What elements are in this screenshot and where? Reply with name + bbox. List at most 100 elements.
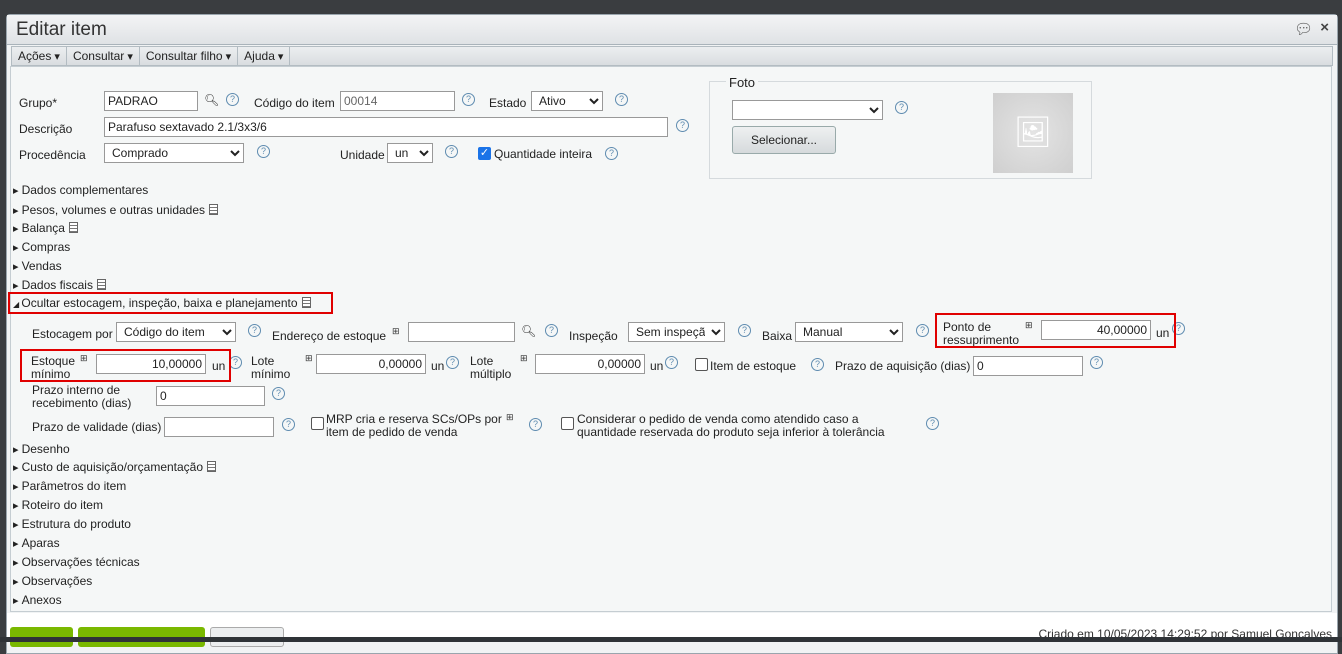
inspecao-label: Inspeção: [569, 329, 618, 343]
image-placeholder-icon: 🖼︎: [993, 93, 1073, 173]
help-icon[interactable]: ?: [1090, 356, 1103, 369]
help-icon[interactable]: ?: [445, 145, 458, 158]
section-desenho[interactable]: Desenho: [13, 442, 70, 456]
section-custo-aquisicao[interactable]: Custo de aquisição/orçamentação: [13, 460, 217, 474]
quantidade-inteira-checkbox[interactable]: ✓: [478, 147, 491, 160]
help-icon[interactable]: ?: [462, 93, 475, 106]
highlight-box: [935, 313, 1176, 348]
document-icon: [207, 461, 217, 472]
section-parametros[interactable]: Parâmetros do item: [13, 479, 127, 493]
section-observacoes-tecnicas[interactable]: Observações técnicas: [13, 555, 140, 569]
considerar-pedido-checkbox[interactable]: [561, 417, 574, 430]
item-estoque-label: Item de estoque: [710, 359, 797, 373]
section-dados-complementares[interactable]: Dados complementares: [13, 183, 149, 197]
help-icon[interactable]: ?: [272, 387, 285, 400]
prazo-aquisicao-label: Prazo de aquisição (dias): [835, 359, 971, 373]
grupo-input[interactable]: [104, 91, 198, 111]
menu-acoes[interactable]: Ações: [12, 47, 67, 65]
prazo-interno-label: Prazo interno de recebimento (dias): [32, 383, 132, 410]
section-roteiro[interactable]: Roteiro do item: [13, 498, 103, 512]
section-pesos-volumes[interactable]: Pesos, volumes e outras unidades: [13, 203, 219, 217]
help-icon[interactable]: ?: [895, 101, 908, 114]
estado-label: Estado: [489, 96, 527, 110]
grid-icon[interactable]: ⊞: [305, 353, 313, 364]
unidade-select[interactable]: un: [387, 143, 433, 163]
highlight-box: [8, 292, 333, 314]
help-icon[interactable]: ?: [226, 93, 239, 106]
help-icon[interactable]: ?: [738, 324, 751, 337]
endereco-input[interactable]: [408, 322, 515, 342]
mrp-checkbox[interactable]: [311, 417, 324, 430]
search-icon[interactable]: 🔍︎: [521, 324, 536, 338]
descricao-label: Descrição: [19, 122, 73, 136]
foto-legend: Foto: [726, 76, 759, 89]
section-observacoes[interactable]: Observações: [13, 574, 93, 588]
help-icon[interactable]: ?: [615, 93, 628, 106]
descricao-input[interactable]: [104, 117, 668, 137]
unit-label: un: [431, 359, 445, 373]
considerar-pedido-label: Considerar o pedido de venda como atendi…: [577, 412, 885, 439]
procedencia-select[interactable]: Comprado: [104, 143, 244, 163]
title-bar: Editar item 💬︎ ×: [7, 15, 1337, 45]
section-balanca[interactable]: Balança: [13, 221, 78, 235]
codigo-input[interactable]: [340, 91, 455, 111]
highlight-box: [20, 349, 231, 382]
comment-icon[interactable]: 💬︎: [1294, 20, 1313, 38]
grid-icon[interactable]: ⊞: [520, 353, 528, 364]
selecionar-button[interactable]: Selecionar...: [732, 126, 836, 154]
quantidade-inteira-label: Quantidade inteira: [494, 147, 593, 161]
lote-multiplo-label: Lote múltiplo: [470, 354, 512, 381]
section-dados-fiscais[interactable]: Dados fiscais: [13, 278, 106, 292]
estocagem-select[interactable]: Código do item: [116, 322, 236, 342]
help-icon[interactable]: ?: [926, 417, 939, 430]
baixa-label: Baixa: [762, 329, 793, 343]
prazo-validade-input[interactable]: [164, 417, 274, 437]
section-vendas[interactable]: Vendas: [13, 259, 62, 273]
section-anexos[interactable]: Anexos: [13, 593, 62, 607]
item-estoque-checkbox[interactable]: [695, 358, 708, 371]
help-icon[interactable]: ?: [282, 418, 295, 431]
help-icon[interactable]: ?: [545, 324, 558, 337]
endereco-label: Endereço de estoque: [272, 329, 387, 343]
document-icon: [68, 222, 78, 233]
estocagem-label: Estocagem por: [32, 327, 113, 341]
document-icon: [96, 279, 106, 290]
menu-consultar[interactable]: Consultar: [67, 47, 140, 65]
grid-icon[interactable]: ⊞: [392, 326, 400, 337]
section-compras[interactable]: Compras: [13, 240, 71, 254]
help-icon[interactable]: ?: [446, 356, 459, 369]
prazo-aquisicao-input[interactable]: [973, 356, 1083, 376]
help-icon[interactable]: ?: [257, 145, 270, 158]
codigo-label: Código do item: [254, 96, 335, 110]
document-icon: [209, 204, 219, 215]
lote-minimo-label: Lote mínimo: [251, 354, 291, 381]
mrp-label: MRP cria e reserva SCs/OPs por item de pe…: [326, 412, 502, 439]
menu-bar: Ações Consultar Consultar filho Ajuda: [11, 46, 1333, 66]
lote-multiplo-input[interactable]: [535, 354, 645, 374]
help-icon[interactable]: ?: [605, 147, 618, 160]
section-estrutura[interactable]: Estrutura do produto: [13, 517, 131, 531]
help-icon[interactable]: ?: [916, 324, 929, 337]
baixa-select[interactable]: Manual: [795, 322, 903, 342]
search-icon[interactable]: 🔍︎: [204, 93, 219, 107]
help-icon[interactable]: ?: [811, 358, 824, 371]
section-aparas[interactable]: Aparas: [13, 536, 60, 550]
foto-select[interactable]: [732, 100, 883, 120]
help-icon[interactable]: ?: [248, 324, 261, 337]
inspecao-select[interactable]: Sem inspeção: [628, 322, 725, 342]
grupo-label: Grupo*: [19, 96, 58, 110]
menu-consultar-filho[interactable]: Consultar filho: [140, 47, 239, 65]
help-icon[interactable]: ?: [676, 119, 689, 132]
help-icon[interactable]: ?: [529, 418, 542, 431]
close-icon[interactable]: ×: [1320, 19, 1329, 36]
menu-ajuda[interactable]: Ajuda: [238, 47, 291, 65]
taskbar: [0, 637, 1342, 642]
prazo-interno-input[interactable]: [156, 386, 265, 406]
help-icon[interactable]: ?: [665, 356, 678, 369]
unit-label: un: [650, 359, 664, 373]
procedencia-label: Procedência: [19, 148, 86, 162]
grid-icon[interactable]: ⊞: [506, 412, 514, 423]
unidade-label: Unidade: [340, 148, 385, 162]
lote-minimo-input[interactable]: [316, 354, 426, 374]
estado-select[interactable]: Ativo: [531, 91, 603, 111]
